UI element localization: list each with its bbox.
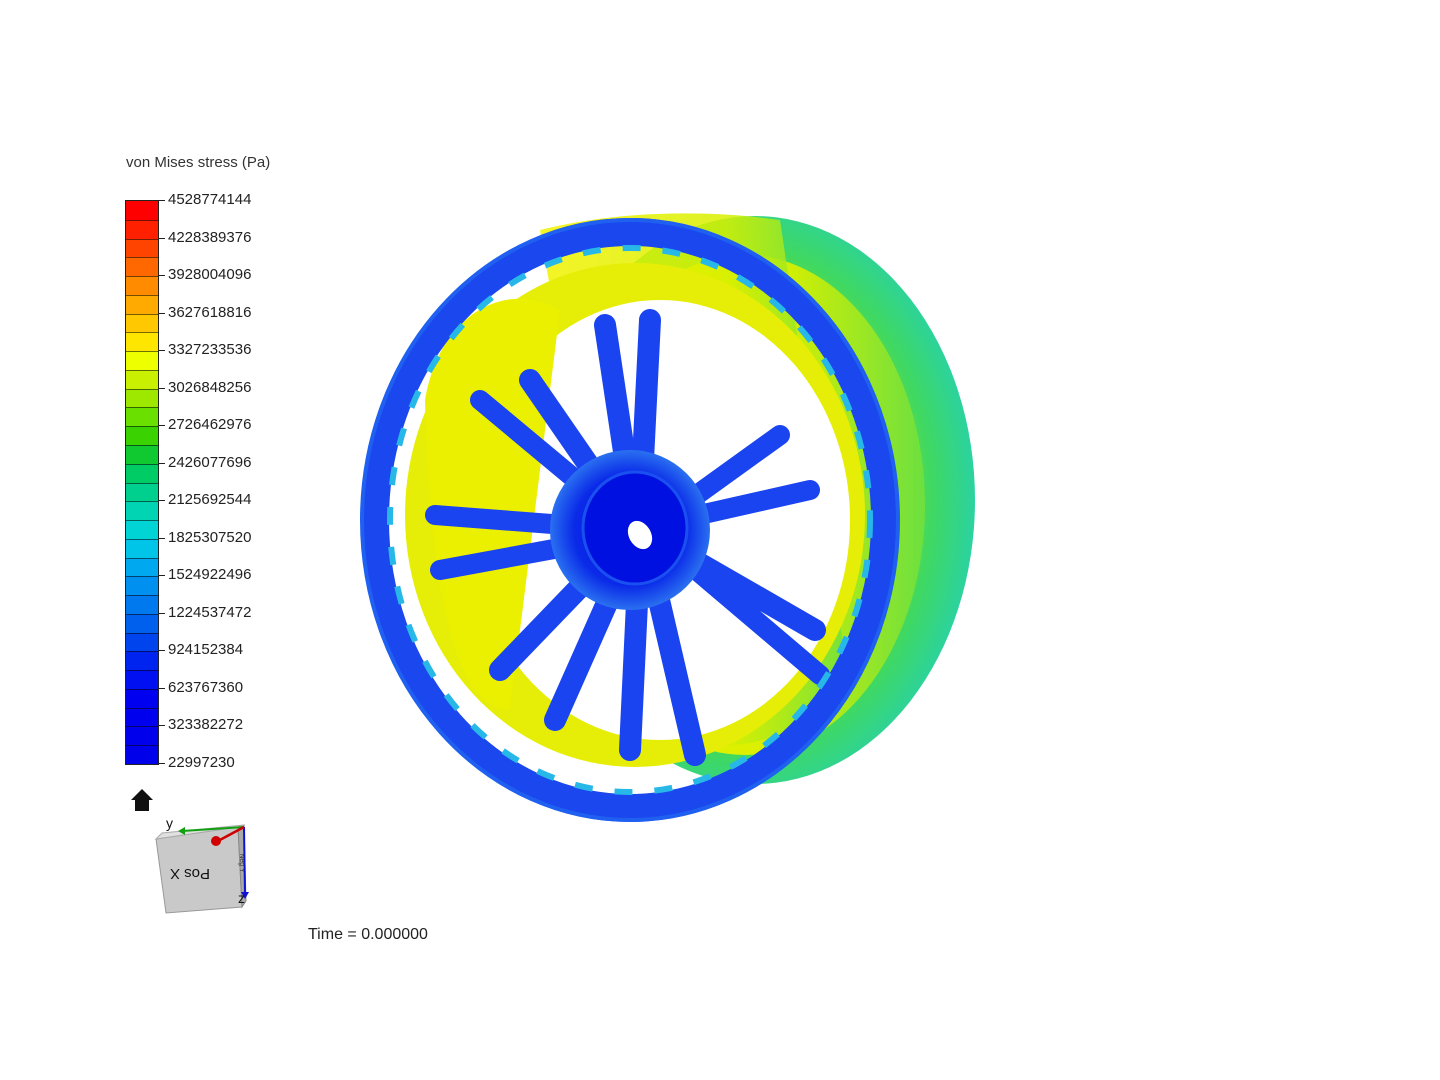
colorbar-tick-label: 2125692544 — [168, 491, 252, 509]
colorbar-band — [126, 670, 158, 690]
x-axis-knob — [211, 836, 221, 846]
colorbar-tick — [159, 350, 165, 352]
colorbar-tick-label: 1224537472 — [168, 603, 252, 621]
colorbar-tick — [159, 725, 165, 727]
colorbar-band — [126, 294, 158, 315]
colorbar-tick — [159, 575, 165, 577]
cube-face-label: Pos X — [170, 865, 210, 882]
colorbar-tick-label: 2426077696 — [168, 453, 252, 471]
colorbar-band — [126, 407, 158, 427]
colorbar-tick — [159, 763, 165, 764]
axis-z-label: z — [238, 890, 245, 906]
colorbar-tick — [159, 387, 165, 389]
legend-title: von Mises stress (Pa) — [126, 154, 271, 171]
colorbar-band — [126, 557, 158, 577]
colorbar-tick — [159, 650, 165, 652]
colorbar-tick-label: 2726462976 — [168, 416, 252, 434]
colorbar-band — [126, 520, 158, 540]
colorbar-tick-label: 1825307520 — [168, 528, 252, 546]
colorbar-tick — [159, 200, 165, 201]
colorbar-band — [126, 369, 158, 390]
colorbar-tick-label: 4528774144 — [168, 191, 252, 208]
colorbar-band — [126, 688, 158, 709]
colorbar-band — [126, 313, 158, 333]
colorbar-band — [126, 576, 158, 596]
colorbar-band — [126, 219, 158, 240]
colorbar-band — [126, 388, 158, 408]
colorbar-band — [126, 745, 158, 765]
colorbar-tick-label: 3026848256 — [168, 378, 252, 396]
wheel-stress-model[interactable] — [330, 190, 1010, 850]
colorbar-band — [126, 538, 158, 559]
colorbar-tick-label: 3928004096 — [168, 266, 252, 284]
axis-y-label: y — [166, 815, 173, 831]
z-axis-line — [243, 826, 246, 896]
colorbar-band — [126, 632, 158, 652]
colorbar-tick-label: 924152384 — [168, 641, 244, 659]
colorbar-band — [126, 332, 158, 352]
colorbar-band — [126, 651, 158, 671]
colorbar-band — [126, 501, 158, 521]
colorbar-tick — [159, 425, 165, 427]
colorbar-band — [126, 201, 158, 221]
colorbar-tick-label: 323382272 — [168, 716, 244, 734]
colorbar-band — [126, 426, 158, 446]
colorbar-band — [126, 707, 158, 727]
colorbar-band — [126, 463, 158, 483]
colorbar-band — [126, 595, 158, 615]
colorbar-tick — [159, 312, 165, 314]
colorbar-tick-label: 22997230 — [168, 754, 235, 771]
colorbar-band — [126, 726, 158, 746]
colorbar-tick-label: 623767360 — [168, 678, 244, 696]
colorbar-tick — [159, 687, 165, 689]
colorbar-tick — [159, 537, 165, 539]
colorbar-tick — [159, 237, 165, 239]
colorbar — [125, 200, 159, 765]
colorbar-tick-label: 4228389376 — [168, 228, 252, 246]
colorbar-tick-label: 3327233536 — [168, 341, 252, 359]
colorbar-band — [126, 257, 158, 277]
colorbar-band — [126, 444, 158, 465]
colorbar-tick — [159, 612, 165, 614]
colorbar-tick — [159, 275, 165, 277]
colorbar-tick — [159, 462, 165, 464]
colorbar-band — [126, 238, 158, 258]
orientation-cube[interactable]: Pos X Neg Y y z — [148, 815, 258, 920]
time-label: Time = 0.000000 — [308, 926, 428, 943]
colorbar-tick-label: 1524922496 — [168, 566, 252, 584]
colorbar-band — [126, 351, 158, 371]
colorbar-band — [126, 482, 158, 502]
colorbar-band — [126, 613, 158, 634]
home-icon[interactable] — [128, 786, 156, 814]
colorbar-tick-label: 3627618816 — [168, 303, 252, 321]
colorbar-tick — [159, 500, 165, 502]
colorbar-band — [126, 276, 158, 296]
